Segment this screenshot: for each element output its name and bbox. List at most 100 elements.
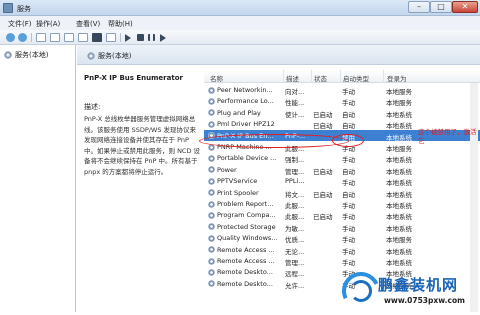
gear-icon bbox=[4, 51, 12, 59]
table-row[interactable]: Print Spooler 将文... 已启动 自动 本地系统 bbox=[204, 187, 480, 199]
menu-file[interactable]: 文件(F) bbox=[8, 19, 32, 29]
description-text: PnP-X 总线枚举器服务管理虚拟网络总线。该服务使用 SSDP/WS 发现协议… bbox=[84, 115, 201, 176]
service-name-cell: PPTVService bbox=[208, 177, 284, 185]
service-name-cell: Protected Storage bbox=[208, 223, 284, 231]
toolbar bbox=[0, 30, 480, 45]
service-gear-icon bbox=[208, 154, 215, 162]
table-row[interactable]: Protected Storage 为敏... 手动 本地系统 bbox=[204, 221, 480, 233]
service-name-cell: Power bbox=[208, 166, 284, 174]
service-gear-icon bbox=[208, 109, 215, 117]
service-name-cell: Print Spooler bbox=[208, 189, 284, 197]
menu-action[interactable]: 操作(A) bbox=[36, 19, 60, 29]
service-name-text: Remote Access ... bbox=[217, 245, 275, 254]
properties-icon[interactable] bbox=[50, 33, 60, 42]
service-name-cell: Peer Networkin... bbox=[208, 86, 284, 94]
table-row[interactable]: Portable Device ... 强制... 手动 本地系统 bbox=[204, 152, 480, 164]
service-name-text: PPTVService bbox=[217, 177, 258, 186]
forward-icon[interactable] bbox=[18, 33, 27, 42]
pause-service-icon[interactable] bbox=[148, 34, 155, 41]
console-tree-icon[interactable] bbox=[106, 33, 116, 42]
table-row[interactable]: Performance Lo... 性能... 手动 本地服务 bbox=[204, 95, 480, 107]
services-app-icon bbox=[3, 3, 13, 13]
column-description[interactable]: 描述 bbox=[286, 73, 299, 83]
service-name-text: Remote Deskto... bbox=[217, 279, 273, 288]
maximize-button[interactable]: □ bbox=[430, 1, 452, 13]
toolbar-separator bbox=[120, 33, 121, 42]
service-name-text: Remote Access ... bbox=[217, 257, 275, 265]
service-gear-icon bbox=[208, 246, 215, 254]
service-name-cell: Remote Deskto... bbox=[208, 280, 284, 288]
gear-icon bbox=[87, 52, 95, 60]
help-icon[interactable] bbox=[92, 33, 102, 42]
show-tree-icon[interactable] bbox=[36, 33, 46, 42]
title-bar: 服务 – □ ✕ bbox=[0, 0, 480, 16]
service-gear-icon bbox=[208, 223, 215, 231]
service-gear-icon bbox=[208, 234, 215, 242]
table-row[interactable]: Quality Windows... 优质... 手动 本地服务 bbox=[204, 232, 480, 244]
column-startup-type[interactable]: 启动类型 bbox=[343, 73, 369, 83]
table-row[interactable]: Power 管理... 已启动 自动 本地系统 bbox=[204, 164, 480, 176]
table-row[interactable]: Plug and Play 使计... 已启动 自动 本地系统 bbox=[204, 107, 480, 119]
annotation-note: 这个被禁用了，激活它 bbox=[418, 128, 477, 145]
service-gear-icon bbox=[208, 97, 215, 105]
header-title: 服务(本地) bbox=[98, 52, 132, 60]
description-panel: PnP-X IP Bus Enumerator 描述: PnP-X 总线枚举器服… bbox=[84, 70, 202, 177]
table-row[interactable]: PPTVService PPLi... 手动 本地系统 bbox=[204, 175, 480, 187]
highlight-ellipse-startup bbox=[332, 134, 364, 147]
service-description-cell: 允许... bbox=[285, 281, 305, 290]
service-gear-icon bbox=[208, 189, 215, 197]
service-name-text: Peer Networkin... bbox=[217, 86, 273, 94]
service-description-cell: PPLi... bbox=[285, 177, 305, 186]
start-service-icon[interactable] bbox=[125, 34, 131, 42]
column-log-on-as[interactable]: 登录为 bbox=[387, 73, 407, 83]
service-name-text: Plug and Play bbox=[217, 108, 261, 117]
service-gear-icon bbox=[208, 268, 215, 276]
watermark-url: www.0753pxw.com bbox=[384, 296, 465, 305]
service-name-cell: Problem Report... bbox=[208, 200, 284, 208]
window-title: 服务 bbox=[17, 5, 31, 13]
service-name-text: Problem Report... bbox=[217, 200, 274, 208]
service-name-text: Portable Device ... bbox=[217, 154, 277, 163]
menu-view[interactable]: 查看(V) bbox=[76, 19, 100, 29]
service-gear-icon bbox=[208, 177, 215, 185]
service-name-text: Power bbox=[217, 165, 237, 174]
watermark-logo: 鹏鑫装机网 www.0753pxw.com bbox=[336, 266, 480, 315]
service-gear-icon bbox=[208, 200, 215, 208]
table-row[interactable]: Remote Access ... 管理... 手动 本地系统 bbox=[204, 255, 480, 267]
table-row[interactable]: Problem Report... 此服... 手动 本地系统 bbox=[204, 198, 480, 210]
service-gear-icon bbox=[208, 257, 215, 265]
toolbar-separator bbox=[31, 33, 32, 42]
service-name-text: Print Spooler bbox=[217, 188, 259, 197]
restart-service-icon[interactable] bbox=[160, 34, 166, 42]
service-gear-icon bbox=[208, 166, 215, 174]
refresh-icon[interactable] bbox=[64, 33, 74, 42]
export-list-icon[interactable] bbox=[78, 33, 88, 42]
service-name-cell: Pml Driver HPZ12 bbox=[208, 120, 284, 128]
stop-service-icon[interactable] bbox=[137, 34, 144, 41]
table-row[interactable]: Peer Networkin... 向对... 手动 本地服务 bbox=[204, 84, 480, 96]
description-label: 描述: bbox=[84, 103, 101, 111]
service-name-cell: Remote Deskto... bbox=[208, 268, 284, 276]
table-row[interactable]: Program Compa... 此服... 已启动 手动 本地系统 bbox=[204, 209, 480, 221]
service-name-cell: Performance Lo... bbox=[208, 97, 284, 105]
service-name-text: Program Compa... bbox=[217, 211, 276, 220]
console-tree: 服务(本地) bbox=[0, 45, 76, 312]
service-name-text: Performance Lo... bbox=[217, 97, 274, 106]
service-gear-icon bbox=[208, 280, 215, 288]
minimize-button[interactable]: – bbox=[408, 1, 430, 13]
table-row[interactable]: Remote Access ... 无论... 手动 本地系统 bbox=[204, 244, 480, 256]
column-status[interactable]: 状态 bbox=[314, 73, 327, 83]
service-name-cell: Remote Access ... bbox=[208, 246, 284, 254]
tree-item-services-local[interactable]: 服务(本地) bbox=[4, 50, 48, 60]
service-gear-icon bbox=[208, 120, 215, 128]
service-name-text: Protected Storage bbox=[217, 222, 276, 231]
service-gear-icon bbox=[208, 211, 215, 219]
column-name[interactable]: 名称 bbox=[210, 73, 223, 83]
watermark-brand: 鹏鑫装机网 bbox=[378, 276, 459, 294]
close-button[interactable]: ✕ bbox=[452, 1, 478, 13]
service-name-cell: Program Compa... bbox=[208, 211, 284, 219]
service-name-text: Remote Deskto... bbox=[217, 268, 273, 277]
service-name-cell: Quality Windows... bbox=[208, 234, 284, 242]
menu-help[interactable]: 帮助(H) bbox=[108, 19, 133, 29]
back-icon[interactable] bbox=[6, 33, 15, 42]
